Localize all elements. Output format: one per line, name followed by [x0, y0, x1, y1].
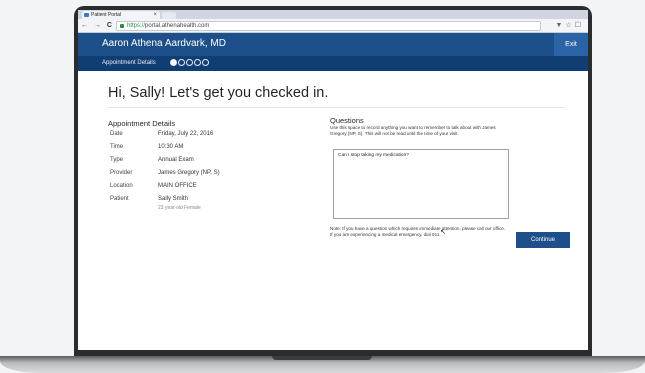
- toolbar-actions[interactable]: ▼☆☐: [556, 21, 584, 29]
- detail-label: Location: [110, 183, 133, 189]
- detail-label: Date: [110, 131, 123, 137]
- provider-title: Aaron Athena Aardvark, MD: [102, 38, 226, 49]
- step-dot-3: [186, 59, 193, 66]
- app-header: Aaron Athena Aardvark, MD Exit: [78, 33, 588, 56]
- browser-tab[interactable]: Patient Portal ×: [82, 11, 160, 19]
- exit-button[interactable]: Exit: [554, 33, 588, 56]
- questions-help-text: Use this space to record anything you wa…: [330, 125, 496, 136]
- detail-value: Annual Exam: [158, 157, 194, 163]
- continue-button[interactable]: Continue: [516, 232, 570, 248]
- step-dot-5: [202, 59, 209, 66]
- step-dot-1: [170, 59, 177, 66]
- detail-label: Time: [110, 144, 124, 150]
- page-title: Hi, Sally! Let's get you checked in.: [108, 85, 329, 101]
- emergency-note: Note: If you have a question which requi…: [330, 226, 506, 237]
- details-heading: Appointment Details: [108, 119, 176, 128]
- browser-window: Patient Portal × ← → C ⌂ https://portal.…: [78, 10, 588, 350]
- tab-title: Patient Portal: [91, 12, 122, 18]
- back-icon[interactable]: ←: [81, 22, 90, 29]
- close-tab-icon[interactable]: ×: [153, 11, 157, 19]
- browser-toolbar: ← → C ⌂ https://portal.athenahealth.com …: [78, 19, 588, 33]
- detail-value: James Gregory (NP, S): [158, 170, 220, 176]
- step-dot-2: [178, 59, 185, 66]
- lock-icon: [120, 24, 124, 28]
- url-host: portal.athenahealth.com: [145, 23, 210, 29]
- detail-label: Patient: [110, 196, 129, 202]
- detail-value: Sally Smith: [158, 196, 189, 202]
- detail-value: MAIN OFFICE: [158, 183, 197, 189]
- step-indicators: [170, 59, 210, 67]
- patient-demographics: 23 year old Female: [158, 205, 201, 211]
- main-content: Hi, Sally! Let's get you checked in. App…: [78, 71, 588, 350]
- favicon-icon: [84, 13, 89, 17]
- tab-strip: Patient Portal ×: [78, 10, 588, 19]
- laptop-frame: Patient Portal × ← → C ⌂ https://portal.…: [74, 6, 592, 360]
- forward-icon[interactable]: →: [94, 22, 103, 29]
- address-bar[interactable]: https://portal.athenahealth.com: [116, 21, 541, 31]
- detail-label: Provider: [110, 170, 133, 176]
- step-label: Appointment Details: [102, 60, 156, 66]
- questions-heading: Questions: [330, 116, 364, 125]
- questions-textarea[interactable]: Can I stop taking my medication?: [333, 149, 509, 219]
- mouse-cursor-icon: ↖: [440, 229, 446, 236]
- progress-bar: Appointment Details: [78, 56, 588, 71]
- detail-value: 10:30 AM: [158, 144, 184, 150]
- laptop-notch: [272, 356, 372, 360]
- new-tab-button[interactable]: [162, 12, 176, 19]
- detail-label: Type: [110, 157, 124, 163]
- url-scheme: https://: [127, 23, 146, 29]
- divider: [108, 107, 566, 108]
- detail-value: Friday, July 22, 2016: [158, 131, 214, 137]
- reload-icon[interactable]: C: [107, 22, 114, 29]
- step-dot-4: [194, 59, 201, 66]
